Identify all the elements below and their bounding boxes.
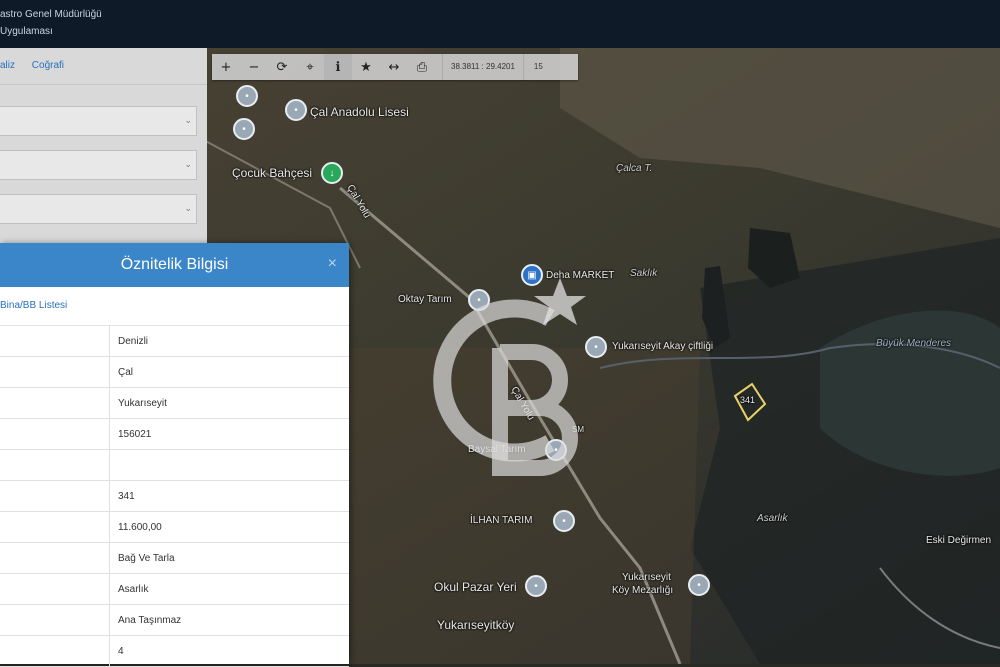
attribute-value: Çal bbox=[118, 367, 134, 378]
school-pin-icon[interactable]: • bbox=[525, 575, 547, 597]
zoom-out-icon[interactable]: − bbox=[240, 54, 268, 80]
header-title: astro Genel Müdürlüğü bbox=[0, 9, 102, 20]
chevron-down-icon: ⌄ bbox=[184, 159, 192, 169]
watermark-logo bbox=[433, 278, 586, 476]
chevron-down-icon: ⌄ bbox=[184, 203, 192, 213]
map-label: Eski Değirmen bbox=[926, 535, 992, 546]
map-label: Okul Pazar Yeri bbox=[434, 580, 517, 594]
map-label: Yukarıseyit bbox=[622, 572, 671, 583]
query-panel: aliz Coğrafi ⌄ ⌄ ⌄ bbox=[0, 48, 207, 244]
map-pin-icon[interactable]: • bbox=[553, 510, 575, 532]
attribute-info-panel: Öznitelik Bilgisi × Bina/BB Listesi Deni… bbox=[0, 243, 349, 667]
attribute-value: Yukarıseyit bbox=[118, 398, 167, 409]
attribute-row bbox=[0, 450, 349, 481]
attribute-value: Bağ Ve Tarla bbox=[118, 553, 175, 564]
close-icon[interactable]: × bbox=[328, 255, 337, 273]
app-header: astro Genel Müdürlüğü Uygulaması bbox=[0, 0, 1000, 48]
attribute-row: Denizli bbox=[0, 326, 349, 357]
query-tabs: aliz Coğrafi bbox=[0, 60, 78, 71]
attribute-row: 341 bbox=[0, 481, 349, 512]
divider bbox=[0, 84, 207, 85]
school-pin-icon[interactable]: • bbox=[285, 99, 307, 121]
tab-cografi[interactable]: Coğrafi bbox=[32, 60, 64, 71]
map-pin-icon[interactable]: • bbox=[236, 85, 258, 107]
map-label: Yukarıseyit Akay çiftliği bbox=[612, 341, 714, 352]
header-subtitle: Uygulaması bbox=[0, 26, 53, 37]
building-list-link[interactable]: Bina/BB Listesi bbox=[0, 287, 349, 326]
map-label: Çal Anadolu Lisesi bbox=[310, 105, 409, 119]
zoom-level: 15 bbox=[522, 54, 553, 80]
refresh-icon[interactable]: ⟳ bbox=[268, 54, 296, 80]
attribute-panel-header: Öznitelik Bilgisi × bbox=[0, 243, 349, 287]
locate-icon[interactable]: ⌖ bbox=[296, 54, 324, 80]
map-label: İLHAN TARIM bbox=[470, 515, 533, 526]
il-select[interactable]: ⌄ bbox=[0, 106, 197, 136]
attribute-value: 4 bbox=[118, 646, 124, 657]
map-label: Yukarıseyitköy bbox=[437, 618, 515, 632]
attribute-row: Ana Taşınmaz bbox=[0, 605, 349, 636]
attribute-value: Ana Taşınmaz bbox=[118, 615, 182, 626]
coordinate-readout: 38.3811 : 29.4201 bbox=[442, 54, 523, 80]
attribute-row: Bağ Ve Tarla bbox=[0, 543, 349, 574]
map-pin-icon[interactable]: • bbox=[688, 574, 710, 596]
chevron-down-icon: ⌄ bbox=[184, 115, 192, 125]
ilce-select[interactable]: ⌄ bbox=[0, 150, 197, 180]
zoom-in-icon[interactable]: + bbox=[212, 54, 240, 80]
map-label: Saklık bbox=[630, 268, 658, 279]
attribute-value: 341 bbox=[118, 491, 135, 502]
map-label: Çocuk Bahçesi bbox=[232, 166, 313, 180]
map-label: Asarlık bbox=[757, 513, 788, 524]
park-pin-icon[interactable]: ↓ bbox=[321, 162, 343, 184]
attribute-value: 156021 bbox=[118, 429, 152, 440]
attribute-row: Çal bbox=[0, 357, 349, 388]
attribute-value: Asarlık bbox=[118, 584, 149, 595]
star-icon[interactable]: ★ bbox=[352, 54, 380, 80]
map-toolbar: + − ⟳ ⌖ ℹ ★ ↔ ⎙ 38.3811 : 29.4201 15 bbox=[212, 54, 578, 80]
attribute-row: 156021 bbox=[0, 419, 349, 450]
attribute-row: 4 bbox=[0, 636, 349, 667]
tab-analiz[interactable]: aliz bbox=[0, 60, 15, 71]
map-pin-icon[interactable]: • bbox=[233, 118, 255, 140]
parcel-label: 341 bbox=[740, 395, 756, 405]
info-icon[interactable]: ℹ bbox=[324, 54, 352, 80]
attribute-value: Denizli bbox=[118, 336, 149, 347]
measure-icon[interactable]: ↔ bbox=[380, 54, 408, 80]
attribute-row: Yukarıseyit bbox=[0, 388, 349, 419]
map-label: Köy Mezarlığı bbox=[612, 585, 674, 596]
attribute-row: 11.600,00 bbox=[0, 512, 349, 543]
print-icon[interactable]: ⎙ bbox=[408, 54, 436, 80]
river-label: Büyük Menderes bbox=[876, 338, 952, 349]
map-label: Çalca T. bbox=[616, 163, 653, 174]
attribute-value: 11.600,00 bbox=[118, 522, 162, 533]
attribute-row: Asarlık bbox=[0, 574, 349, 605]
mahalle-select[interactable]: ⌄ bbox=[0, 194, 197, 224]
attribute-panel-title: Öznitelik Bilgisi bbox=[120, 256, 229, 273]
